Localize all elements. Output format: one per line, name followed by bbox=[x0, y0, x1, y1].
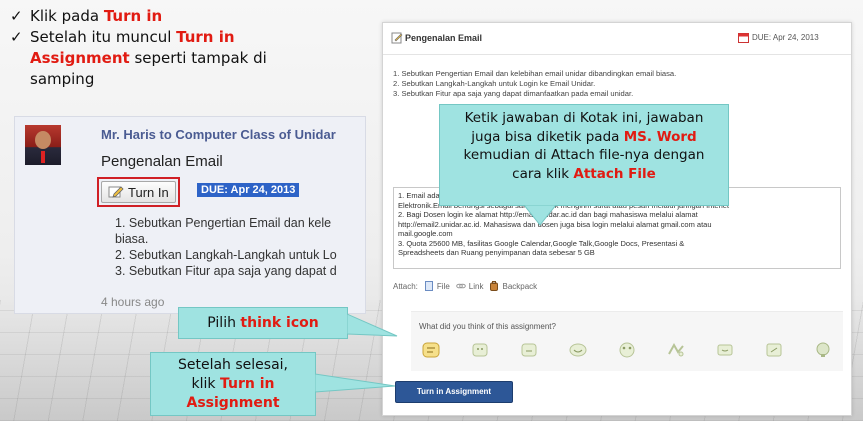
question-line: 1. Sebutkan Pengertian Email dan kelebih… bbox=[393, 69, 677, 78]
attach-file-label: File bbox=[436, 281, 450, 291]
attach-row: Attach: File Link Backpack bbox=[393, 281, 537, 291]
think-icon-9[interactable] bbox=[813, 340, 833, 360]
think-icon-row bbox=[421, 340, 833, 360]
panel-due-date: DUE: Apr 24, 2013 bbox=[752, 33, 819, 42]
callout-text: klik bbox=[191, 376, 220, 392]
turn-in-button[interactable]: Turn In bbox=[101, 181, 176, 203]
answer-line: mail.google.com bbox=[398, 229, 453, 238]
callout-highlight: Attach File bbox=[573, 165, 656, 182]
question-line: biasa. bbox=[115, 232, 149, 246]
question-line: 2. Sebutkan Langkah-Langkah untuk Login … bbox=[393, 79, 596, 88]
turn-in-assignment-button[interactable]: Turn in Assignment bbox=[395, 381, 513, 403]
instruction-text: Klik pada bbox=[30, 7, 104, 25]
question-line: 1. Sebutkan Pengertian Email dan kele bbox=[115, 216, 332, 230]
post-title[interactable]: Pengenalan Email bbox=[101, 153, 223, 170]
attach-label: Attach: bbox=[393, 281, 418, 291]
attach-link-button[interactable]: Link bbox=[455, 281, 484, 291]
callout-arrow bbox=[523, 205, 557, 226]
callout-submit: Setelah selesai, klik Turn in Assignment bbox=[150, 352, 316, 416]
answer-line: Spreadsheets dan Ruang penyimpanan data … bbox=[398, 248, 595, 257]
instruction-text: Setelah itu muncul bbox=[30, 28, 177, 46]
attach-backpack-label: Backpack bbox=[502, 281, 538, 291]
attach-backpack-button[interactable]: Backpack bbox=[489, 281, 537, 291]
instruction-2: ✓ Setelah itu muncul Turn in Assignment … bbox=[10, 27, 360, 90]
instruction-1: ✓ Klik pada Turn in bbox=[10, 6, 360, 27]
callout-highlight: Assignment bbox=[186, 395, 280, 411]
think-icon-3[interactable] bbox=[519, 340, 539, 360]
think-icon-1[interactable] bbox=[421, 340, 441, 360]
panel-header: Pengenalan Email DUE: Apr 24, 2013 bbox=[383, 23, 851, 55]
question-line: 2. Sebutkan Langkah-Langkah untuk Lo bbox=[115, 248, 337, 262]
answer-line: 2. Bagi Dosen login ke alamat http://ema… bbox=[398, 210, 698, 219]
callout-text: cara klik bbox=[512, 165, 574, 182]
question-line: 3. Sebutkan Fitur apa saja yang dapat di… bbox=[393, 89, 634, 98]
callout-text: Ketik jawaban di Kotak ini, jawaban bbox=[464, 110, 704, 126]
instructions: ✓ Klik pada Turn in ✓ Setelah itu muncul… bbox=[10, 6, 360, 90]
instruction-highlight: Turn in bbox=[176, 28, 235, 46]
pencil-icon bbox=[108, 186, 124, 198]
callout-arrow bbox=[315, 373, 396, 393]
due-date-badge: DUE: Apr 24, 2013 bbox=[197, 183, 300, 197]
think-icon-4[interactable] bbox=[568, 340, 588, 360]
instruction-text: samping bbox=[30, 70, 95, 88]
instruction-text: seperti tampak di bbox=[129, 49, 267, 67]
callout-think-icon: Pilih think icon bbox=[178, 307, 348, 339]
turn-in-label: Turn In bbox=[128, 184, 169, 200]
callout-highlight: think icon bbox=[240, 315, 319, 331]
callout-text: Pilih bbox=[207, 315, 241, 331]
callout-text: juga bisa diketik pada bbox=[471, 128, 624, 145]
think-icon-8[interactable] bbox=[764, 340, 784, 360]
check-icon: ✓ bbox=[10, 7, 23, 25]
turn-in-highlight: Turn In bbox=[97, 177, 180, 207]
check-icon: ✓ bbox=[10, 28, 23, 46]
answer-line: 3. Quota 25600 MB, fasilitas Google Cale… bbox=[398, 238, 685, 248]
instruction-highlight: Turn in bbox=[103, 7, 163, 25]
think-icon-7[interactable] bbox=[715, 340, 735, 360]
think-icon-6[interactable] bbox=[666, 340, 686, 360]
answer-line: http://email2.unidar.ac.id. Mahasiswa da… bbox=[398, 219, 712, 229]
post-author[interactable]: Mr. Haris to Computer Class of Unidar bbox=[101, 127, 336, 142]
think-icon-5[interactable] bbox=[617, 340, 637, 360]
panel-title: Pengenalan Email bbox=[405, 33, 483, 43]
assignment-panel: Pengenalan Email DUE: Apr 24, 2013 1. Se… bbox=[382, 22, 852, 416]
callout-answer-box: Ketik jawaban di Kotak ini, jawaban juga… bbox=[439, 104, 729, 206]
file-icon bbox=[424, 281, 433, 291]
callout-highlight: Turn in bbox=[219, 376, 275, 392]
think-question: What did you think of this assignment? bbox=[419, 322, 556, 331]
avatar[interactable] bbox=[25, 125, 61, 165]
post-questions: 1. Sebutkan Pengertian Email dan kele bi… bbox=[115, 215, 337, 279]
attach-link-label: Link bbox=[468, 281, 484, 291]
post-timestamp: 4 hours ago bbox=[101, 295, 165, 309]
calendar-icon bbox=[738, 33, 749, 43]
think-icon-2[interactable] bbox=[470, 340, 490, 360]
panel-questions: 1. Sebutkan Pengertian Email dan kelebih… bbox=[393, 69, 676, 99]
attach-file-button[interactable]: File bbox=[424, 281, 450, 291]
instruction-highlight: Assignment bbox=[30, 49, 130, 67]
assignment-icon bbox=[391, 32, 403, 44]
callout-text: Setelah selesai, bbox=[177, 357, 289, 373]
backpack-icon bbox=[490, 281, 499, 291]
think-section: What did you think of this assignment? bbox=[411, 311, 843, 371]
stream-post: Mr. Haris to Computer Class of Unidar Pe… bbox=[14, 116, 366, 314]
callout-text: kemudian di Attach file-nya dengan bbox=[463, 147, 705, 163]
callout-highlight: MS. Word bbox=[623, 128, 697, 145]
link-icon bbox=[455, 283, 466, 289]
callout-arrow bbox=[347, 313, 398, 337]
question-line: 3. Sebutkan Fitur apa saja yang dapat d bbox=[115, 264, 337, 278]
